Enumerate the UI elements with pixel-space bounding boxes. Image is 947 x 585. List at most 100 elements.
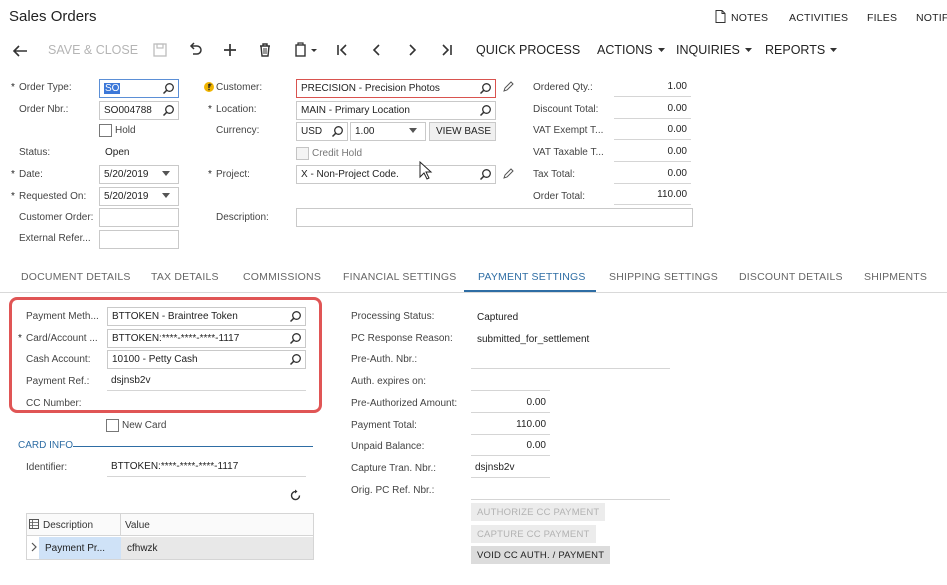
project-field[interactable]: X - Non-Project Code. — [296, 165, 496, 184]
unpaid-balance-value: 0.00 — [471, 437, 550, 456]
copy-paste-icon[interactable] — [290, 40, 324, 60]
actions-label: ACTIONS — [597, 43, 653, 57]
hold-checkbox[interactable] — [99, 124, 112, 137]
table-row[interactable]: Payment Pr... cfhwzk — [27, 537, 313, 559]
files-link[interactable]: FILES — [867, 12, 897, 24]
page-title: Sales Orders — [9, 8, 97, 25]
tabs-divider — [0, 292, 947, 293]
search-icon[interactable] — [479, 104, 492, 117]
tab-shipping-settings[interactable]: SHIPPING SETTINGS — [609, 271, 718, 283]
first-record-icon[interactable] — [332, 40, 352, 60]
order-type-value: SO — [104, 83, 121, 94]
customer-label: * Customer: — [208, 82, 263, 93]
required-marker: * — [11, 82, 15, 93]
save-icon[interactable] — [150, 40, 170, 60]
capture-cc-payment-button[interactable]: CAPTURE CC PAYMENT — [471, 525, 596, 543]
back-arrow-icon[interactable] — [10, 40, 30, 60]
notes-icon[interactable] — [715, 10, 726, 23]
processing-status-label: Processing Status: — [351, 311, 435, 322]
status-label: Status: — [19, 147, 51, 158]
search-icon[interactable] — [479, 82, 492, 95]
mouse-cursor-icon — [419, 161, 433, 181]
actions-menu[interactable]: ACTIONS — [597, 42, 665, 58]
notes-link[interactable]: NOTES — [731, 12, 768, 24]
chevron-right-icon[interactable] — [30, 542, 38, 552]
capture-tran-value: dsjnsb2v — [475, 462, 515, 473]
delete-icon[interactable] — [255, 40, 275, 60]
grid-header-description[interactable]: Description — [43, 520, 93, 531]
hold-label: Hold — [115, 125, 136, 136]
search-icon[interactable] — [162, 82, 175, 95]
description-field[interactable] — [296, 208, 693, 227]
ordered-qty-value: 1.00 — [614, 78, 691, 97]
tax-total-value: 0.00 — [614, 165, 691, 184]
status-value: Open — [105, 147, 130, 158]
add-icon[interactable] — [220, 40, 240, 60]
order-type-label: * Order Type: — [11, 82, 72, 93]
required-marker: * — [11, 169, 15, 180]
previous-record-icon[interactable] — [367, 40, 387, 60]
search-icon[interactable] — [479, 168, 492, 181]
activities-link[interactable]: ACTIVITIES — [789, 12, 848, 24]
tab-tax-details[interactable]: TAX DETAILS — [151, 271, 219, 283]
tab-financial-settings[interactable]: FINANCIAL SETTINGS — [343, 271, 456, 283]
dropdown-caret-icon[interactable] — [162, 171, 175, 183]
processing-status-value: Captured — [477, 312, 519, 323]
credit-hold-checkbox[interactable] — [296, 147, 309, 160]
quick-process-button[interactable]: QUICK PROCESS — [476, 42, 580, 58]
capture-tran-label: Capture Tran. Nbr.: — [351, 463, 437, 474]
required-marker: * — [208, 104, 212, 115]
ordered-qty-label: Ordered Qty.: — [533, 82, 593, 93]
next-record-icon[interactable] — [402, 40, 422, 60]
external-ref-field[interactable] — [99, 230, 179, 249]
currency-label: Currency: — [216, 125, 260, 136]
search-icon[interactable] — [331, 125, 344, 138]
customer-order-field[interactable] — [99, 208, 179, 227]
customer-field[interactable]: PRECISION - Precision Photos — [296, 79, 496, 98]
undo-icon[interactable] — [185, 40, 205, 60]
currency-rate-value: 1.00 — [355, 126, 375, 137]
location-field[interactable]: MAIN - Primary Location — [296, 101, 496, 120]
grid-settings-icon[interactable] — [29, 519, 39, 529]
requested-on-field[interactable]: 5/20/2019 — [99, 187, 179, 206]
tab-payment-settings[interactable]: PAYMENT SETTINGS — [478, 271, 586, 283]
location-value: MAIN - Primary Location — [301, 105, 410, 116]
tab-shipments[interactable]: SHIPMENTS — [864, 271, 927, 283]
auth-expires-label: Auth. expires on: — [351, 376, 427, 387]
order-total-label: Order Total: — [533, 191, 586, 202]
order-nbr-field[interactable]: SO004788 — [99, 101, 179, 120]
inquiries-menu[interactable]: INQUIRIES — [676, 42, 752, 58]
dropdown-caret-icon[interactable] — [409, 128, 422, 140]
inquiries-label: INQUIRIES — [676, 43, 740, 57]
notifications-link[interactable]: NOTIF — [916, 12, 947, 24]
preauth-nbr-field — [471, 350, 670, 369]
date-field[interactable]: 5/20/2019 — [99, 165, 179, 184]
pc-response-label: PC Response Reason: — [351, 333, 453, 344]
view-base-button[interactable]: VIEW BASE — [429, 122, 496, 141]
preauth-amount-value: 0.00 — [471, 394, 550, 413]
currency-field[interactable]: USD — [296, 122, 348, 141]
save-close-button[interactable]: SAVE & CLOSE — [48, 42, 138, 58]
grid-selected-cell[interactable]: Payment Pr... — [39, 537, 121, 559]
required-marker: * — [11, 191, 15, 202]
edit-pencil-icon[interactable] — [502, 168, 514, 180]
last-record-icon[interactable] — [437, 40, 457, 60]
refresh-icon[interactable] — [289, 489, 302, 502]
grid-value-cell[interactable]: cfhwzk — [121, 537, 313, 559]
required-marker: * — [208, 169, 212, 180]
reports-menu[interactable]: REPORTS — [765, 42, 838, 58]
edit-pencil-icon[interactable] — [502, 81, 514, 93]
tab-commissions[interactable]: COMMISSIONS — [243, 271, 321, 283]
order-type-field[interactable]: SO — [99, 79, 179, 98]
void-cc-payment-button[interactable]: VOID CC AUTH. / PAYMENT — [471, 546, 611, 564]
tab-discount-details[interactable]: DISCOUNT DETAILS — [739, 271, 843, 283]
new-card-checkbox[interactable] — [106, 419, 119, 432]
currency-rate-field[interactable]: 1.00 — [350, 122, 426, 141]
credit-hold-label: Credit Hold — [312, 148, 363, 159]
tab-document-details[interactable]: DOCUMENT DETAILS — [21, 271, 131, 283]
dropdown-caret-icon[interactable] — [162, 193, 175, 205]
grid-header-value[interactable]: Value — [125, 520, 150, 531]
authorize-cc-payment-button[interactable]: AUTHORIZE CC PAYMENT — [471, 503, 606, 521]
auth-expires-field — [471, 372, 550, 391]
search-icon[interactable] — [162, 104, 175, 117]
